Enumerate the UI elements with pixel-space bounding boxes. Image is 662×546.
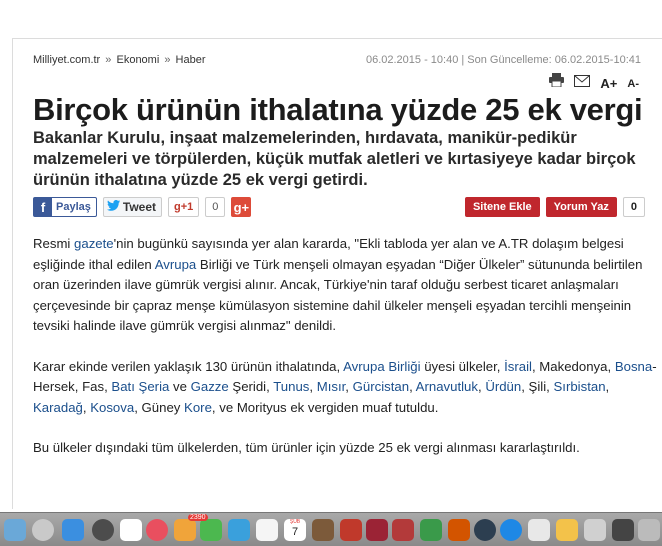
breadcrumb-haber[interactable]: Haber xyxy=(176,54,206,66)
text: , Makedonya, xyxy=(531,358,615,374)
calendar-month: ŞUB xyxy=(289,519,301,525)
breadcrumb-separator: » xyxy=(164,54,171,66)
paragraph-2: Karar ekinde verilen yaklaşık 130 ürünün… xyxy=(33,357,659,419)
app-icon[interactable] xyxy=(528,519,550,541)
sitene-ekle-button[interactable]: Sitene Ekle xyxy=(464,197,540,217)
paragraph-3: Bu ülkeler dışındaki tüm ülkelerden, tüm… xyxy=(33,440,580,455)
font-increase-button[interactable]: A+ xyxy=(600,76,617,92)
article-dates: 06.02.2015 - 10:40 | Son Güncelleme: 06.… xyxy=(366,54,641,66)
text: , xyxy=(409,379,416,394)
date-divider: | xyxy=(461,54,465,66)
article-headline: Birçok ürünün ithalatına yüzde 25 ek ver… xyxy=(33,92,643,127)
text: Resmi xyxy=(33,236,75,251)
app-icon[interactable] xyxy=(584,519,606,541)
trash-icon[interactable] xyxy=(638,519,660,541)
text: , xyxy=(605,379,610,394)
contacts-icon[interactable] xyxy=(120,519,142,541)
link-avrupa[interactable]: Avrupa xyxy=(155,257,197,272)
launchpad-icon[interactable] xyxy=(32,519,54,541)
app-icon[interactable] xyxy=(340,519,362,541)
text: , Güney xyxy=(134,399,185,415)
facebook-share-label: Paylaş xyxy=(56,201,91,213)
article-subtitle: Bakanlar Kurulu, inşaat malzemelerinden,… xyxy=(33,129,636,189)
text: , xyxy=(345,379,353,394)
link-avrupa-birligi[interactable]: Avrupa Birliği xyxy=(343,359,420,374)
gplus-one-button[interactable]: g+1 xyxy=(168,197,200,217)
link-gurcistan[interactable]: Gürcistan xyxy=(353,379,409,394)
updated-label: Son Güncelleme: xyxy=(467,54,552,66)
article-container: Milliyet.com.tr » Ekonomi » Haber 06.02.… xyxy=(12,38,662,509)
text: , Şili, xyxy=(521,379,554,394)
messages-icon[interactable] xyxy=(200,519,222,541)
article-tools: A+ A- xyxy=(549,73,639,92)
app-icon[interactable] xyxy=(420,519,442,541)
link-tunus[interactable]: Tunus xyxy=(273,379,309,394)
notes-icon[interactable] xyxy=(256,519,278,541)
link-kore[interactable]: Kore xyxy=(184,400,212,415)
breadcrumb: Milliyet.com.tr » Ekonomi » Haber xyxy=(33,54,206,66)
link-urdun[interactable]: Ürdün xyxy=(485,379,521,394)
twitter-bird-icon xyxy=(106,200,120,214)
photos-icon[interactable] xyxy=(174,519,196,541)
paragraph-1: Resmi gazete'nin bugünkü sayısında yer a… xyxy=(33,234,659,337)
app-icon[interactable] xyxy=(556,519,578,541)
link-bati-seria[interactable]: Batı Şeria xyxy=(111,379,169,394)
app-icon[interactable] xyxy=(366,519,388,541)
app-icon[interactable] xyxy=(500,519,522,541)
yorum-yaz-button[interactable]: Yorum Yaz xyxy=(545,197,617,217)
calendar-icon[interactable]: ŞUB 7 xyxy=(284,519,306,541)
breadcrumb-site[interactable]: Milliyet.com.tr xyxy=(33,54,100,66)
app-icon[interactable] xyxy=(612,519,634,541)
macos-dock: 2390 ŞUB 7 xyxy=(0,512,662,546)
text: üyesi ülkeler, xyxy=(420,358,505,374)
font-decrease-button[interactable]: A- xyxy=(627,76,639,92)
calendar-day: 7 xyxy=(291,526,299,538)
text: , xyxy=(309,379,317,394)
link-bosna[interactable]: Bosna xyxy=(615,359,652,374)
comment-count: 0 xyxy=(622,197,645,217)
article-body: Resmi gazete'nin bugünkü sayısında yer a… xyxy=(33,234,659,479)
itunes-icon[interactable] xyxy=(146,519,168,541)
app-store-icon[interactable] xyxy=(62,519,84,541)
gplus-count: 0 xyxy=(205,197,226,217)
link-kosova[interactable]: Kosova xyxy=(90,400,134,415)
link-sirbistan[interactable]: Sırbistan xyxy=(553,379,605,394)
app-icon[interactable] xyxy=(392,519,414,541)
email-icon[interactable] xyxy=(574,74,591,92)
link-misir[interactable]: Mısır xyxy=(317,379,346,394)
finder-icon[interactable] xyxy=(4,519,26,541)
gplus-share-button[interactable]: g+ xyxy=(231,197,252,217)
notification-badge: 2390 xyxy=(188,514,208,521)
link-israil[interactable]: İsrail xyxy=(504,359,532,374)
print-icon[interactable] xyxy=(549,73,565,92)
app-icon[interactable] xyxy=(474,519,496,541)
text: , ve Morityus ek vergiden muaf tutuldu. xyxy=(211,399,439,415)
updated-date: 06.02.2015-10:41 xyxy=(554,54,641,66)
published-date: 06.02.2015 - 10:40 xyxy=(365,54,459,66)
tweet-label: Tweet xyxy=(122,200,156,214)
article-actions: Sitene Ekle Yorum Yaz 0 xyxy=(464,197,645,217)
facebook-icon: f xyxy=(34,198,52,216)
text: Karar ekinde verilen yaklaşık 130 ürünün… xyxy=(33,358,344,374)
top-whitespace xyxy=(0,0,662,38)
facebook-share-button[interactable]: f Paylaş xyxy=(33,197,97,217)
breadcrumb-separator: » xyxy=(105,54,112,66)
tweet-button[interactable]: Tweet xyxy=(102,197,162,217)
app-icon[interactable] xyxy=(448,519,470,541)
system-preferences-icon[interactable] xyxy=(92,519,114,541)
text: Şeridi, xyxy=(228,379,274,394)
link-karadag[interactable]: Karadağ xyxy=(33,400,83,415)
share-bar: f Paylaş Tweet g+1 0 g+ xyxy=(33,197,252,217)
link-arnavutluk[interactable]: Arnavutluk xyxy=(416,379,478,394)
link-gazete[interactable]: gazete xyxy=(74,236,114,251)
link-gazze[interactable]: Gazze xyxy=(191,379,229,394)
safari-icon[interactable] xyxy=(228,519,250,541)
text: ve xyxy=(169,379,191,394)
app-icon[interactable] xyxy=(312,519,334,541)
breadcrumb-ekonomi[interactable]: Ekonomi xyxy=(116,54,159,66)
